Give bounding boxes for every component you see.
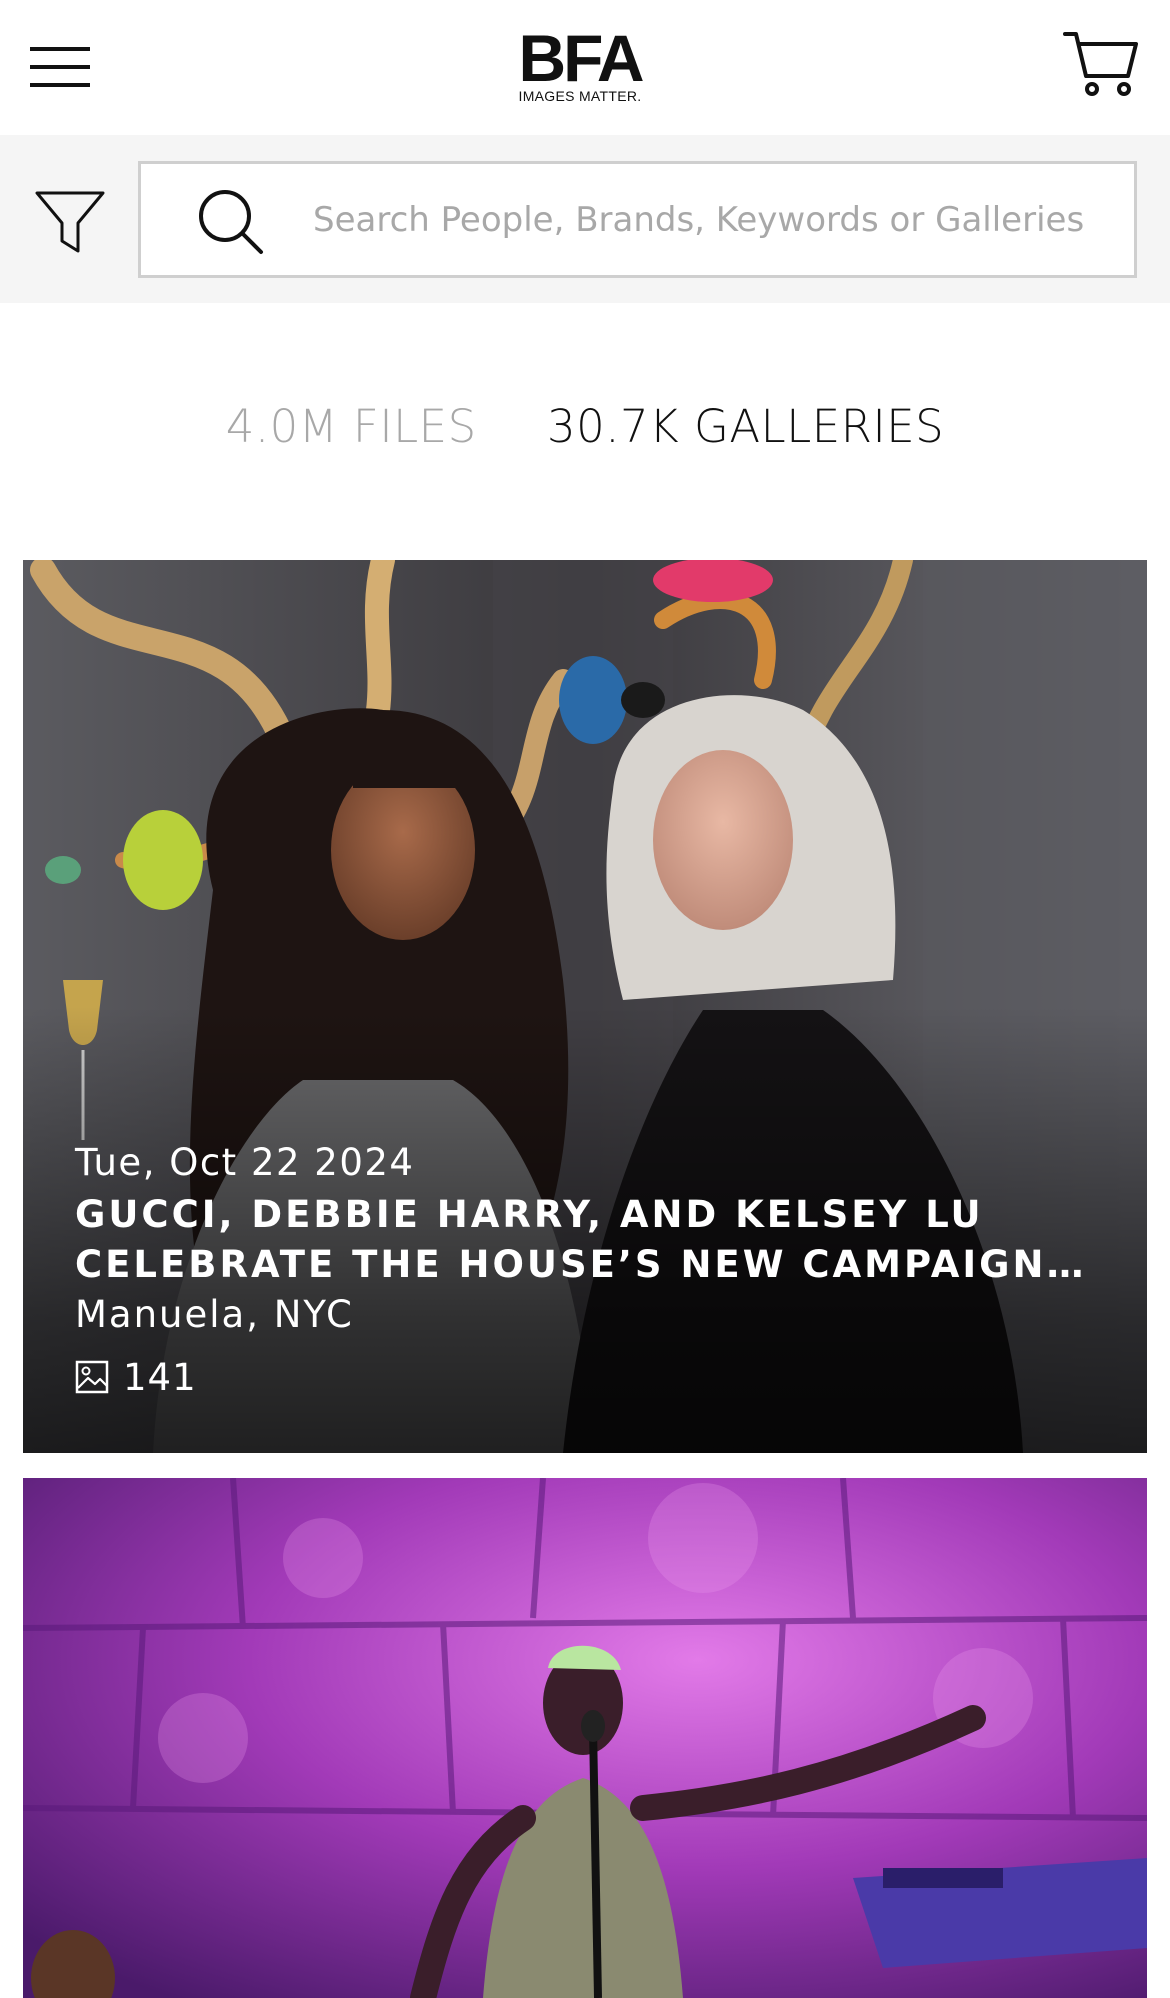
shopping-cart-button[interactable] [1062,28,1140,100]
image-icon [75,1360,109,1394]
search-input[interactable] [311,184,1111,256]
logo-text: BFA [518,21,645,95]
menu-bar [30,65,90,69]
tab-files[interactable]: 4.0M FILES [226,400,477,453]
gallery-title[interactable]: GUCCI, DEBBIE HARRY, AND KELSEY LU CELEB… [75,1190,1105,1290]
menu-bar [30,83,90,87]
card-info: Tue, Oct 22 2024 GUCCI, DEBBIE HARRY, AN… [75,1138,1115,1402]
logo-tagline: IMAGES MATTER. [518,88,642,104]
gallery-card[interactable] [23,1478,1147,1998]
gallery-photo [23,1478,1147,1998]
menu-bar [30,47,90,51]
gallery-location: Manuela, NYC [75,1293,354,1336]
filter-button[interactable] [34,185,106,257]
filter-icon [35,191,105,253]
app-header: BFA IMAGES MATTER. [0,0,1170,135]
shopping-cart-icon [1063,32,1138,96]
search-icon[interactable] [195,186,267,258]
result-type-tabs: 4.0M FILES 30.7K GALLERIES [0,400,1170,470]
bfa-logo[interactable]: BFA IMAGES MATTER. [505,21,655,108]
search-box[interactable] [138,161,1137,278]
image-count-value: 141 [123,1355,197,1399]
gallery-image-count: 141 [75,1352,1115,1402]
search-bar-region [0,135,1170,303]
gallery-date: Tue, Oct 22 2024 [75,1141,415,1184]
tab-galleries[interactable]: 30.7K GALLERIES [547,400,944,453]
hamburger-menu-button[interactable] [30,43,90,91]
gallery-card[interactable]: Tue, Oct 22 2024 GUCCI, DEBBIE HARRY, AN… [23,560,1147,1453]
